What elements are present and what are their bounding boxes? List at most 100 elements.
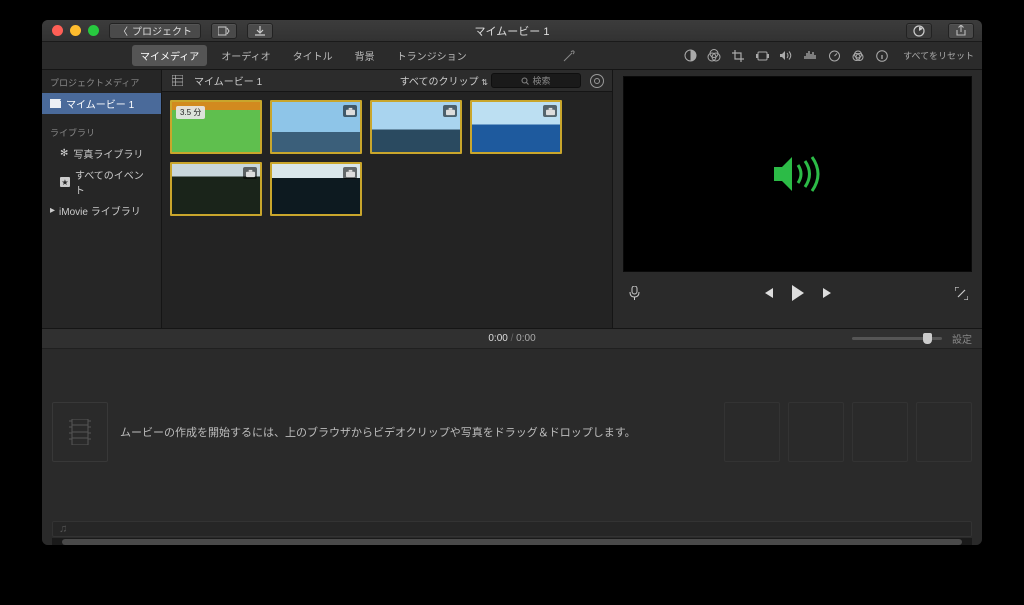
placeholder-slot (724, 402, 780, 462)
star-icon: ★ (60, 177, 70, 187)
list-view-toggle[interactable] (170, 74, 184, 88)
next-button[interactable] (821, 286, 835, 300)
preview-viewer[interactable] (623, 76, 972, 272)
horizontal-scrollbar[interactable] (52, 538, 972, 545)
breadcrumb-label: マイムービー 1 (194, 73, 262, 88)
stabilize-icon[interactable] (755, 49, 769, 63)
tab-my-media[interactable]: マイメディア (132, 45, 207, 66)
breadcrumb[interactable]: マイムービー 1 (194, 73, 262, 88)
volume-icon[interactable] (779, 49, 793, 63)
color-correction-icon[interactable] (707, 49, 721, 63)
adjust-toolbar: すべてをリセット (683, 49, 974, 63)
clip-item[interactable] (170, 162, 262, 216)
info-icon[interactable] (875, 49, 889, 63)
sidebar-header-library: ライブラリ (42, 120, 161, 143)
search-icon (521, 77, 529, 85)
camera-icon (343, 167, 357, 179)
share-button[interactable] (948, 23, 974, 39)
sidebar-item-photos[interactable]: ✻ 写真ライブラリ (42, 143, 161, 164)
zoom-thumb[interactable] (923, 333, 932, 344)
timecode: 0:00 / 0:00 (488, 333, 535, 344)
window-controls (42, 25, 99, 36)
browser-toolbar: マイムービー 1 すべてのクリップ ⇅ 検索 (162, 70, 612, 92)
placeholder-slot (852, 402, 908, 462)
scrollbar-thumb[interactable] (62, 539, 962, 545)
upper-region: プロジェクトメディア マイムービー 1 ライブラリ ✻ 写真ライブラリ ★ すべ… (42, 70, 982, 328)
tab-transitions[interactable]: トランジション (389, 45, 475, 66)
playback-controls (613, 276, 982, 306)
music-note-icon: ♫ (59, 523, 67, 535)
clip-grid: 3.5 分 (162, 92, 612, 224)
viewer-pane (612, 70, 982, 328)
tabbar: マイメディア オーディオ タイトル 背景 トランジション すべてをリセット (42, 42, 982, 70)
media-browser: マイムービー 1 すべてのクリップ ⇅ 検索 3.5 分 (162, 70, 612, 328)
placeholder-slots (724, 402, 972, 462)
reset-all-button[interactable]: すべてをリセット (903, 49, 974, 62)
clapper-icon (50, 99, 61, 108)
color-balance-icon[interactable] (683, 49, 697, 63)
noise-reduction-icon[interactable] (803, 49, 817, 63)
sidebar-item-label: iMovie ライブラリ (59, 203, 141, 218)
filter-dropdown[interactable]: すべてのクリップ ⇅ (400, 73, 488, 88)
fullscreen-button[interactable] (954, 286, 968, 300)
timeline-settings-button[interactable]: 設定 (952, 331, 972, 346)
close-window[interactable] (52, 25, 63, 36)
search-placeholder: 検索 (532, 74, 550, 87)
back-to-projects-button[interactable]: 〈 プロジェクト (109, 23, 201, 39)
empty-message: ムービーの作成を開始するには、上のブラウザからビデオクリップや写真をドラッグ＆ド… (120, 424, 712, 440)
imovie-window: 〈 プロジェクト マイムービー 1 マイメディア オーディオ タイトル 背景 ト… (42, 20, 982, 545)
clip-item[interactable] (270, 162, 362, 216)
sidebar-item-label: 写真ライブラリ (73, 146, 143, 161)
magic-wand-icon[interactable] (562, 49, 576, 63)
crop-icon[interactable] (731, 49, 745, 63)
clip-item[interactable]: 3.5 分 (170, 100, 262, 154)
placeholder-slot (788, 402, 844, 462)
camera-icon (443, 105, 457, 117)
speaker-icon (772, 153, 824, 195)
audio-track[interactable]: ♫ (52, 521, 972, 537)
film-icon (52, 402, 108, 462)
sidebar-item-all-events[interactable]: ★ すべてのイベント (42, 164, 161, 200)
play-button[interactable] (791, 286, 805, 300)
tab-audio[interactable]: オーディオ (213, 45, 278, 66)
sidebar-item-imovie-library[interactable]: ▸ iMovie ライブラリ (42, 200, 161, 221)
time-current: 0:00 (488, 333, 507, 344)
prev-button[interactable] (761, 286, 775, 300)
activity-button[interactable] (906, 23, 932, 39)
tab-backgrounds[interactable]: 背景 (347, 45, 383, 66)
zoom-slider[interactable] (852, 337, 942, 340)
timeline-header: 0:00 / 0:00 設定 (42, 329, 982, 349)
placeholder-slot (916, 402, 972, 462)
tab-titles[interactable]: タイトル (285, 45, 341, 66)
minimize-window[interactable] (70, 25, 81, 36)
sidebar: プロジェクトメディア マイムービー 1 ライブラリ ✻ 写真ライブラリ ★ すべ… (42, 70, 162, 328)
sidebar-item-label: すべてのイベント (75, 167, 153, 197)
voiceover-button[interactable] (627, 286, 641, 300)
skimmer-toggle[interactable] (590, 74, 604, 88)
timeline-empty-state: ムービーの作成を開始するには、上のブラウザからビデオクリップや写真をドラッグ＆ド… (52, 397, 972, 467)
timeline-region: 0:00 / 0:00 設定 ムービーの作成を開始するには、上のブラウザからビデ… (42, 328, 982, 545)
project-name: マイムービー 1 (66, 96, 134, 111)
updown-icon: ⇅ (481, 78, 488, 87)
speed-icon[interactable] (827, 49, 841, 63)
clip-item[interactable] (370, 100, 462, 154)
back-label: プロジェクト (132, 23, 192, 38)
zoom-window[interactable] (88, 25, 99, 36)
media-tabs: マイメディア オーディオ タイトル 背景 トランジション (42, 45, 475, 66)
titlebar: 〈 プロジェクト マイムービー 1 (42, 20, 982, 42)
sidebar-header-project: プロジェクトメディア (42, 70, 161, 93)
duration-badge: 3.5 分 (176, 106, 205, 119)
filter-icon[interactable] (851, 49, 865, 63)
disclosure-triangle-icon[interactable]: ▸ (50, 205, 55, 216)
media-library-button[interactable] (211, 23, 237, 39)
clip-item[interactable] (270, 100, 362, 154)
time-total: 0:00 (516, 333, 535, 344)
flower-icon: ✻ (60, 148, 68, 159)
camera-icon (543, 105, 557, 117)
camera-icon (243, 167, 257, 179)
search-input[interactable]: 検索 (491, 73, 581, 88)
clip-item[interactable] (470, 100, 562, 154)
import-button[interactable] (247, 23, 273, 39)
timeline-body[interactable]: ムービーの作成を開始するには、上のブラウザからビデオクリップや写真をドラッグ＆ド… (42, 349, 982, 545)
sidebar-active-project[interactable]: マイムービー 1 (42, 93, 161, 114)
